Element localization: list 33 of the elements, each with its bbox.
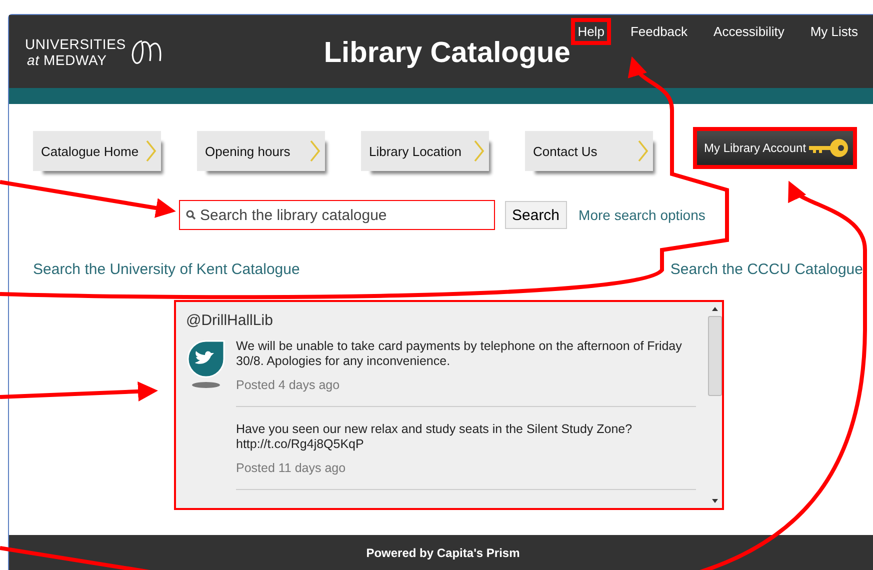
account-button[interactable]: My Library Account — [693, 127, 857, 169]
catalogue-link[interactable]: Search the CCCU Catalogue — [670, 261, 863, 278]
nav-tab[interactable]: Opening hours — [197, 131, 325, 171]
catalogue-link[interactable]: Search the University of Kent Catalogue — [33, 261, 300, 278]
header-link[interactable]: Feedback — [623, 18, 695, 45]
tweet-text: We will be unable to take card payments by telephone on the afternoon of Friday 30/8. Apologies for any inconvenience. — [236, 339, 683, 369]
search-button[interactable]: Search — [505, 201, 567, 229]
tweet-time: Posted 11 days ago — [236, 461, 347, 475]
search-bar[interactable]: Search the library catalogue — [179, 200, 495, 230]
header-link[interactable]: My Lists — [803, 18, 865, 45]
header-link[interactable]: Accessibility — [706, 18, 792, 45]
bird-icon — [186, 339, 226, 389]
chevron-icon — [473, 139, 485, 163]
tweet-time: Posted 4 days ago — [236, 378, 341, 392]
logo-text: UNIVERSITIES — [25, 36, 126, 52]
search-icon — [186, 210, 196, 220]
scroll-up-icon[interactable] — [711, 306, 719, 312]
footer-text: Powered by Capita's Prism — [366, 546, 520, 560]
nav-tab[interactable]: Library Location — [361, 131, 489, 171]
chevron-icon — [309, 139, 321, 163]
scroll-down-icon[interactable] — [711, 498, 719, 504]
more-search-link[interactable]: More search options — [578, 207, 706, 223]
tweet-text: Have you seen our new relax and study seats in the Silent Study Zone? http://t.co/Rg4j8Q5KqP — [236, 422, 634, 452]
page-title: Library Catalogue — [324, 36, 570, 70]
search-input[interactable]: Search the library catalogue — [198, 206, 488, 224]
nav-tab[interactable]: Catalogue Home — [33, 131, 161, 171]
logo-text: at MEDWAY — [26, 52, 108, 68]
header-link[interactable]: Help — [570, 18, 612, 45]
twitter-handle: @DrillHallLib — [186, 312, 274, 329]
chevron-icon — [145, 139, 157, 163]
nav-tab[interactable]: Contact Us — [525, 131, 653, 171]
chevron-icon — [637, 139, 649, 163]
key-icon — [807, 137, 849, 159]
